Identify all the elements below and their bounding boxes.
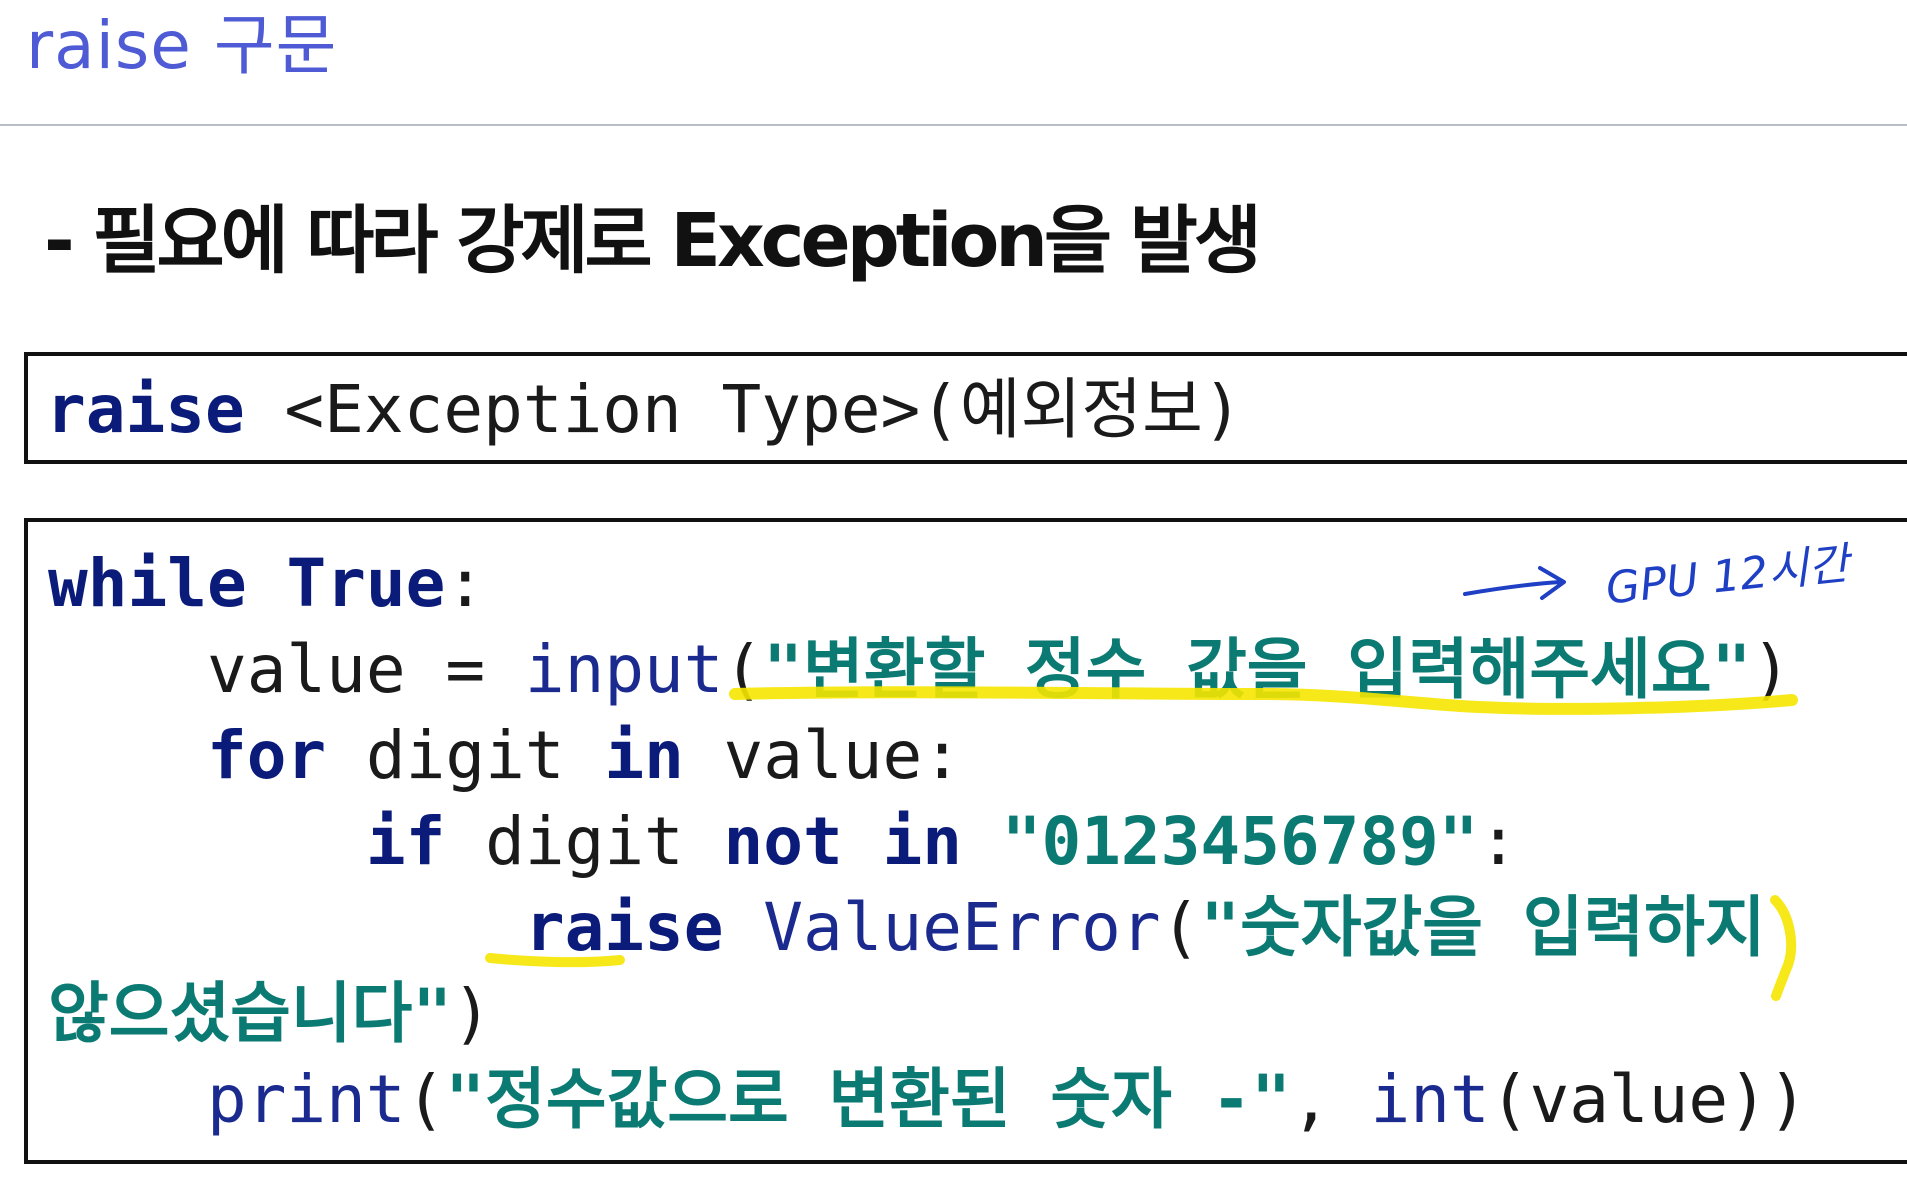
keyword-true: True	[286, 545, 446, 622]
syntax-keyword: raise	[46, 371, 245, 448]
paren-open: (	[1160, 889, 1201, 966]
colon: :	[445, 545, 486, 622]
func-input: input	[524, 631, 724, 708]
code-line-6: 않으셨습니다")	[48, 974, 492, 1054]
code-line-4: if digit not in "0123456789":	[48, 802, 1518, 882]
string-error-part1: "숫자값을 입력하지	[1200, 889, 1766, 966]
slide-subtitle: - 필요에 따라 강제로 Exception을 발생	[44, 198, 1262, 284]
var-digit: digit	[445, 803, 724, 880]
value-assign: value =	[206, 631, 525, 708]
code-line-3: for digit in value:	[48, 716, 962, 796]
slide-title: raise 구문	[26, 7, 338, 84]
paren-close: )	[452, 975, 492, 1052]
code-line-2: value = input("변환할 정수 값을 입력해주세요")	[48, 630, 1791, 710]
string-result: "정수값으로 변환된 숫자 -"	[445, 1061, 1292, 1138]
string-digits: "0123456789"	[1001, 803, 1479, 880]
args-close: (value))	[1489, 1061, 1808, 1138]
code-line-5: raise ValueError("숫자값을 입력하지	[48, 888, 1766, 968]
keyword-in: in	[604, 717, 684, 794]
paren-close: )	[1751, 631, 1792, 708]
var-value: value:	[683, 717, 962, 794]
comma: ,	[1291, 1061, 1371, 1138]
keyword-for: for	[206, 717, 327, 794]
keyword-raise: raise	[524, 889, 724, 966]
string-prompt: "변환할 정수 값을 입력해주세요"	[763, 631, 1752, 708]
syntax-signature: <Exception Type>(예외정보)	[244, 371, 1243, 448]
syntax-box: raise <Exception Type>(예외정보)	[24, 352, 1907, 464]
paren-open: (	[723, 631, 764, 708]
func-print: print	[206, 1061, 406, 1138]
code-box: while True: value = input("변환할 정수 값을 입력해…	[24, 518, 1907, 1164]
func-int: int	[1370, 1061, 1490, 1138]
var-digit: digit	[326, 717, 605, 794]
colon: :	[1478, 803, 1519, 880]
keyword-not-in: not in	[723, 803, 962, 880]
paren-open: (	[405, 1061, 446, 1138]
func-valueerror: ValueError	[763, 889, 1161, 966]
code-line-7: print("정수값으로 변환된 숫자 -", int(value))	[48, 1060, 1808, 1140]
string-error-part2: 않으셨습니다"	[48, 975, 453, 1052]
keyword-while: while	[48, 545, 247, 622]
keyword-if: if	[365, 803, 446, 880]
code-line-1: while True:	[48, 544, 485, 624]
title-divider	[0, 124, 1907, 126]
syntax-line: raise <Exception Type>(예외정보)	[46, 370, 1243, 450]
